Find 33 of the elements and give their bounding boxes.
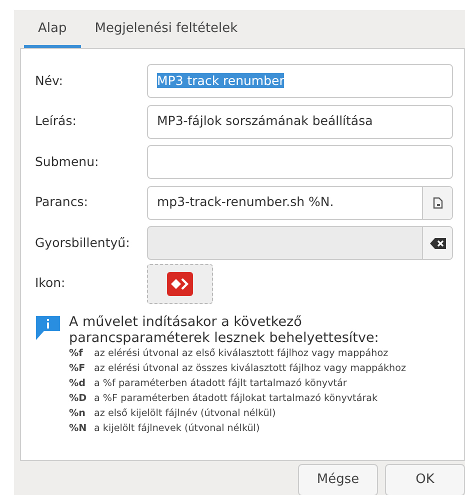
dialog-button[interactable]: OK — [385, 464, 465, 495]
clear-button[interactable] — [422, 227, 452, 260]
param-code: %N — [69, 422, 88, 436]
param-code: %f — [69, 347, 84, 361]
input-field[interactable]: mp3-track-renumber.sh %N. — [147, 186, 453, 220]
input-field[interactable] — [147, 145, 453, 180]
param-code: %F — [69, 362, 86, 376]
param-description: az elérési útvonal az első kiválasztott fájlhoz vagy mappához — [94, 347, 388, 361]
field-label: Ikon: — [35, 274, 66, 292]
field-label: Gyorsbillentyű: — [35, 234, 131, 252]
backspace-icon — [430, 238, 446, 249]
param-description: a %f paraméterben átadott fájlt tartalmazó könyvtár — [94, 377, 347, 391]
param-description: az első kijelölt fájlnév (útvonal nélkül) — [94, 407, 276, 421]
param-code: %d — [69, 377, 86, 391]
icon-button[interactable] — [147, 264, 213, 304]
param-description: a kijelölt fájlnevek (útvonal nélkül) — [94, 422, 260, 436]
field-label: Parancs: — [35, 193, 89, 212]
tab[interactable]: Megjelenési feltételek — [80, 13, 252, 48]
app-icon — [167, 272, 193, 296]
browse-button[interactable] — [422, 186, 452, 219]
field-label: Név: — [35, 72, 64, 90]
info-icon — [35, 314, 61, 342]
file-icon — [432, 196, 442, 209]
param-code: %n — [69, 407, 86, 421]
param-code: %D — [69, 392, 88, 406]
input-field[interactable] — [147, 226, 453, 260]
input-field[interactable]: MP3-fájlok sorszámának beállítása — [147, 104, 453, 139]
field-label: Submenu: — [35, 152, 100, 171]
dialog-button[interactable]: Mégse — [298, 464, 378, 495]
info-heading: A művelet indításakor a következő parancsparaméterek lesznek behelyettesítve: — [69, 314, 380, 346]
param-description: az elérési útvonal az összes kiválasztott fájlhoz vagy mappákhoz — [94, 362, 406, 376]
param-description: a %F paraméterben átadott fájlokat tartalmazó könyvtárak — [94, 392, 378, 406]
field-label: Leírás: — [35, 112, 78, 130]
